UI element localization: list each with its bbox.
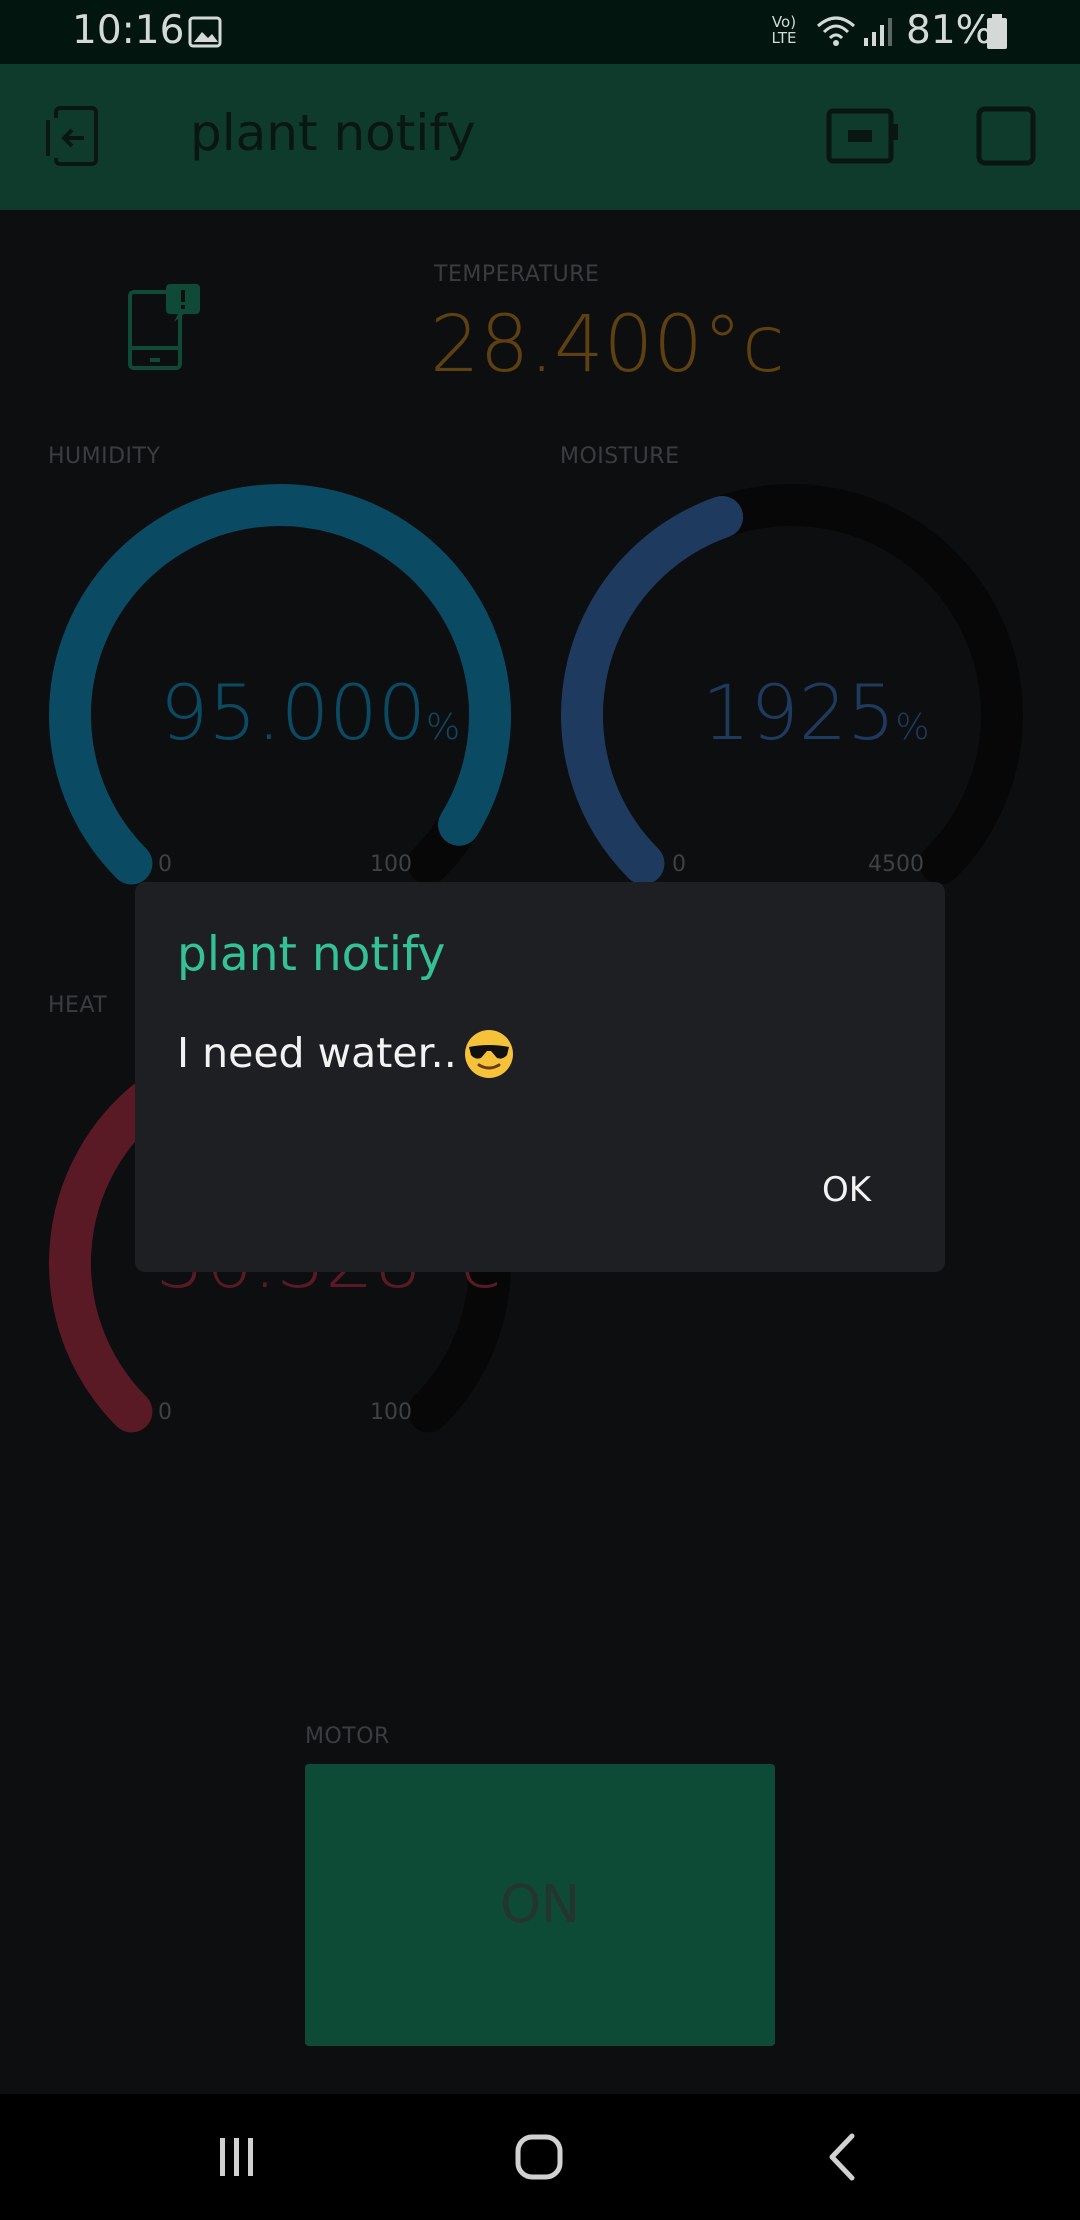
humidity-max: 100 [370, 852, 412, 877]
moisture-max: 4500 [868, 852, 924, 877]
humidity-label: HUMIDITY [48, 444, 161, 469]
dialog-title: plant notify [177, 927, 446, 982]
heat-label: HEAT [48, 993, 108, 1018]
humidity-value: 95.000% [160, 668, 461, 757]
temperature-value: 28.400°c [430, 300, 785, 390]
dialog-ok-button[interactable]: OK [812, 1164, 881, 1216]
device-icon[interactable] [826, 108, 900, 164]
dialog-message-text: I need water.. [177, 1029, 457, 1077]
app-bar [0, 64, 1080, 210]
back-icon[interactable] [822, 2132, 862, 2182]
recent-apps-icon[interactable] [214, 2134, 260, 2180]
moisture-value: 1925% [702, 668, 930, 757]
humidity-min: 0 [158, 852, 172, 877]
battery-percent: 81% [906, 8, 993, 53]
status-time: 10:16 [72, 8, 185, 53]
heat-min: 0 [158, 1400, 172, 1425]
sunglasses-emoji-icon [464, 1030, 513, 1078]
dialog-message: I need water.. [177, 1027, 515, 1079]
signal-icon [864, 18, 892, 46]
stop-icon[interactable] [976, 106, 1036, 166]
home-icon[interactable] [514, 2134, 566, 2180]
battery-icon [987, 14, 1007, 49]
wifi-icon [817, 16, 855, 46]
motor-label: MOTOR [305, 1724, 390, 1749]
phone-notification-icon[interactable] [126, 282, 202, 372]
temperature-label: TEMPERATURE [434, 262, 600, 287]
exit-icon[interactable] [42, 104, 106, 168]
app-title: plant notify [190, 104, 476, 162]
heat-max: 100 [370, 1400, 412, 1425]
moisture-label: MOISTURE [560, 444, 680, 469]
volte-icon: Vo) LTE [771, 13, 797, 47]
motor-button[interactable]: ON [305, 1764, 775, 2046]
moisture-min: 0 [672, 852, 686, 877]
image-notification-icon [188, 16, 222, 48]
